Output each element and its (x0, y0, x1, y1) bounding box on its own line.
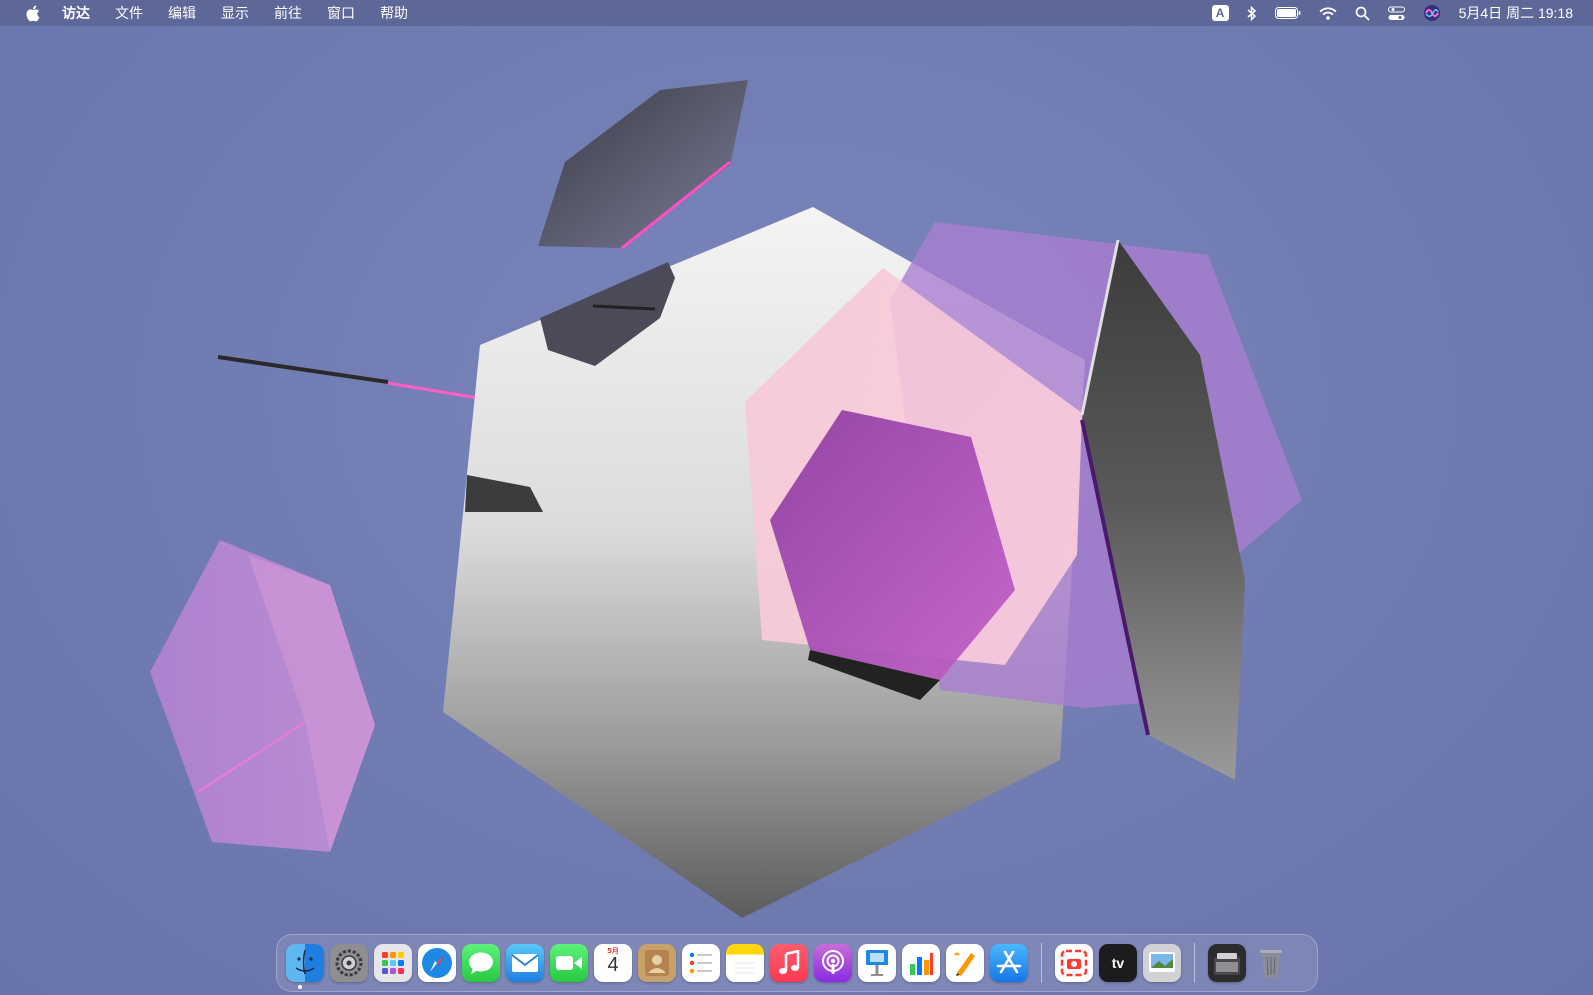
numbers-icon[interactable] (902, 944, 940, 982)
input-source-icon[interactable]: A (1211, 0, 1229, 26)
finder-icon[interactable] (286, 944, 324, 982)
dock-separator (1194, 943, 1195, 983)
menu-edit[interactable]: 编辑 (168, 3, 196, 23)
music-icon[interactable] (770, 944, 808, 982)
apple-menu-icon[interactable] (22, 3, 42, 23)
mail-icon[interactable] (506, 944, 544, 982)
shape-dark-panel-top (538, 80, 748, 248)
keynote-icon[interactable] (858, 944, 896, 982)
menu-view[interactable]: 显示 (221, 3, 249, 23)
menu-window[interactable]: 窗口 (327, 3, 355, 23)
dock-separator (1041, 943, 1042, 983)
podcasts-icon[interactable] (814, 944, 852, 982)
menu-file[interactable]: 文件 (115, 3, 143, 23)
menubar-clock[interactable]: 5月4日 周二 19:18 (1459, 3, 1573, 23)
reminders-icon[interactable] (682, 944, 720, 982)
battery-icon[interactable] (1274, 0, 1301, 26)
system-preferences-icon[interactable] (330, 944, 368, 982)
menu-app-finder[interactable]: 访达 (62, 3, 90, 23)
contacts-icon[interactable] (638, 944, 676, 982)
bluetooth-icon[interactable] (1247, 0, 1257, 26)
menu-bar: 访达 文件 编辑 显示 前往 窗口 帮助 A 5月4日 周二 19:18 (0, 0, 1593, 26)
wifi-icon[interactable] (1319, 0, 1337, 26)
siri-icon[interactable] (1423, 0, 1441, 26)
screenshot-icon[interactable] (1055, 944, 1093, 982)
downloads-stack-icon[interactable] (1208, 944, 1246, 982)
desktop[interactable] (0, 0, 1593, 995)
facetime-icon[interactable] (550, 944, 588, 982)
messages-icon[interactable] (462, 944, 500, 982)
control-center-icon[interactable] (1387, 0, 1405, 26)
pages-icon[interactable] (946, 944, 984, 982)
apple-tv-label: tv (1111, 955, 1125, 971)
dock: 5月 4 tv (276, 934, 1318, 992)
spotlight-search-icon[interactable] (1355, 0, 1370, 26)
safari-icon[interactable] (418, 944, 456, 982)
menu-go[interactable]: 前往 (274, 3, 302, 23)
menu-help[interactable]: 帮助 (380, 3, 408, 23)
apple-tv-icon[interactable]: tv (1099, 944, 1137, 982)
preview-icon[interactable] (1143, 944, 1181, 982)
shape-rod-dark (217, 355, 389, 384)
wallpaper (150, 80, 1302, 918)
notes-icon[interactable] (726, 944, 764, 982)
calendar-icon[interactable]: 5月 4 (594, 944, 632, 982)
finder-running-indicator (298, 985, 302, 989)
launchpad-icon[interactable] (374, 944, 412, 982)
trash-icon[interactable] (1252, 944, 1290, 982)
app-store-icon[interactable] (990, 944, 1028, 982)
